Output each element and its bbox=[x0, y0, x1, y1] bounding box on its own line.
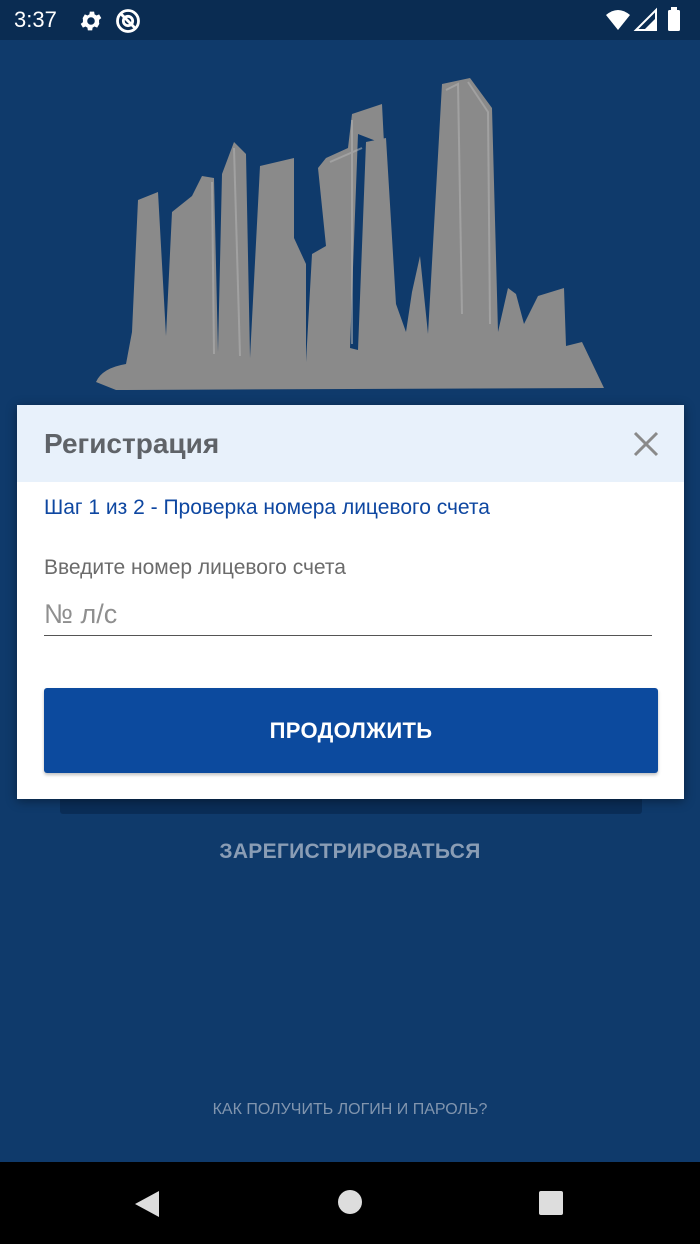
settings-gear-icon bbox=[80, 11, 102, 31]
status-time: 3:37 bbox=[14, 7, 57, 32]
navigation-bar bbox=[0, 1162, 700, 1244]
account-field-label: Введите номер лицевого счета bbox=[44, 556, 346, 579]
continue-button[interactable]: ПРОДОЛЖИТЬ bbox=[44, 688, 658, 773]
status-bar: 3:37 bbox=[0, 0, 700, 40]
back-icon[interactable] bbox=[133, 1189, 161, 1219]
account-number-input[interactable] bbox=[44, 593, 652, 636]
dialog-title: Регистрация bbox=[44, 428, 220, 459]
city-skyline-logo bbox=[96, 78, 604, 390]
battery-icon bbox=[668, 10, 680, 31]
help-link[interactable]: КАК ПОЛУЧИТЬ ЛОГИН И ПАРОЛЬ? bbox=[0, 1101, 700, 1119]
home-icon[interactable] bbox=[337, 1189, 363, 1215]
sync-disabled-icon bbox=[116, 9, 140, 33]
register-link[interactable]: ЗАРЕГИСТРИРОВАТЬСЯ bbox=[0, 840, 700, 864]
wifi-icon bbox=[606, 10, 630, 30]
close-icon[interactable] bbox=[632, 430, 660, 458]
dialog-header: Регистрация bbox=[17, 405, 684, 482]
step-indicator: Шаг 1 из 2 - Проверка номера лицевого сч… bbox=[44, 496, 490, 519]
status-right-icons bbox=[606, 7, 680, 31]
registration-dialog: Регистрация Шаг 1 из 2 - Проверка номера… bbox=[17, 405, 684, 799]
recents-icon[interactable] bbox=[538, 1190, 564, 1216]
